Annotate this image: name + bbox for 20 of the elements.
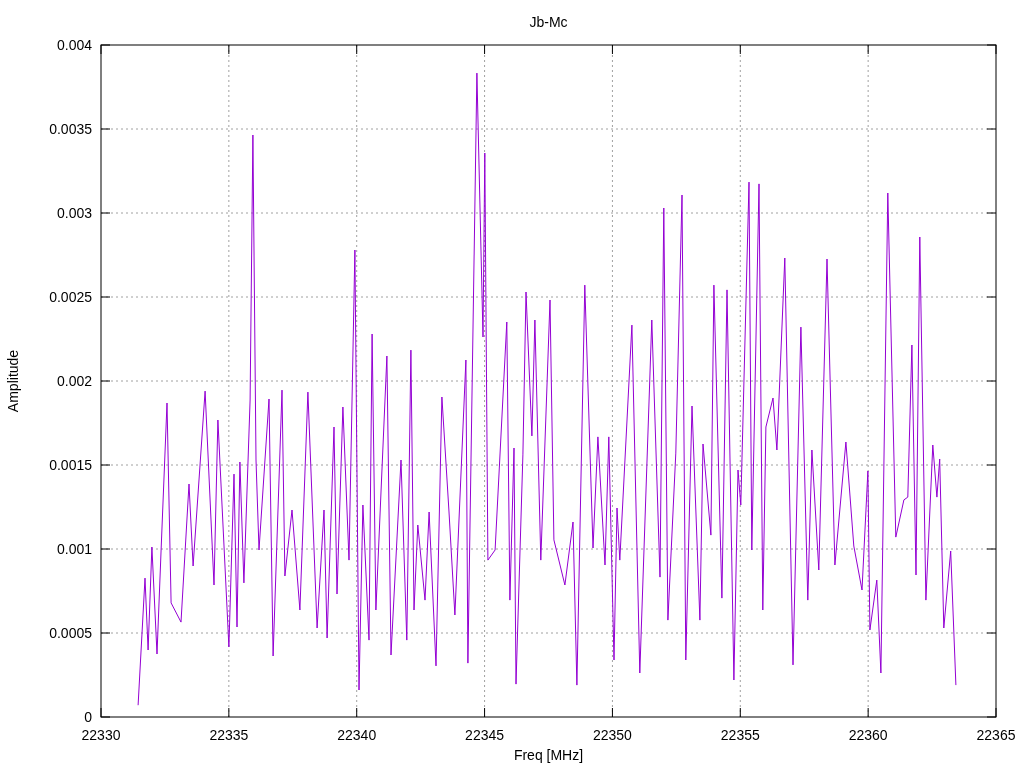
x-tick-label: 22340	[337, 727, 377, 743]
x-tick-label: 22350	[592, 727, 632, 743]
y-tick-label: 0.002	[56, 373, 92, 389]
y-tick-label: 0.0035	[49, 121, 92, 137]
y-tick-label: 0.0015	[49, 457, 92, 473]
y-tick-label: 0.0025	[49, 289, 92, 305]
y-tick-label: 0.004	[56, 37, 92, 53]
y-tick-label: 0	[84, 709, 92, 725]
x-tick-label: 22345	[465, 727, 505, 743]
x-tick-label: 22335	[209, 727, 249, 743]
y-tick-label: 0.001	[56, 541, 92, 557]
chart-title: Jb-Mc	[529, 14, 568, 30]
x-tick-label: 22365	[976, 727, 1016, 743]
x-tick-label: 22330	[81, 727, 121, 743]
y-tick-label: 0.003	[56, 205, 92, 221]
y-tick-label: 0.0005	[49, 625, 92, 641]
x-axis-label: Freq [MHz]	[513, 747, 584, 763]
x-tick-label: 22355	[720, 727, 760, 743]
y-axis-label: Amplitude	[5, 349, 21, 413]
x-tick-label: 22360	[848, 727, 888, 743]
